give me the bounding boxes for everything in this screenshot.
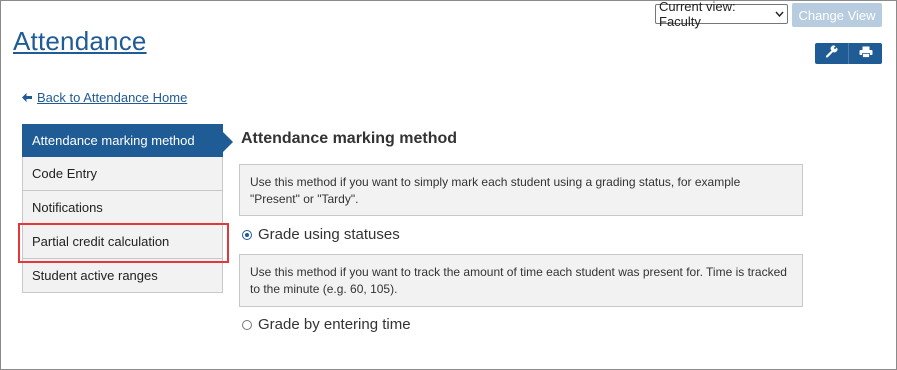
back-link[interactable]: Back to Attendance Home [22, 90, 187, 105]
sidebar-item-label: Notifications [32, 200, 103, 215]
highlight-box [18, 223, 229, 263]
time-description: Use this method if you want to track the… [239, 254, 803, 307]
current-view-value: Current view: Faculty [659, 0, 736, 29]
sidebar-item-code-entry[interactable]: Code Entry [22, 157, 223, 191]
sidebar-item-notifications[interactable]: Notifications [22, 191, 223, 225]
sidebar-item-label: Student active ranges [32, 268, 158, 283]
back-link-label: Back to Attendance Home [37, 90, 188, 105]
sidebar-item-student-active-ranges[interactable]: Student active ranges [22, 259, 223, 293]
settings-button[interactable] [815, 43, 848, 64]
arrow-left-icon [22, 93, 32, 102]
printer-icon [859, 45, 873, 63]
statuses-description: Use this method if you want to simply ma… [239, 164, 803, 216]
current-view-select[interactable]: Current view: Faculty [655, 0, 788, 29]
sidebar-item-attendance-marking-method[interactable]: Attendance marking method [22, 124, 233, 157]
change-view-button[interactable]: Change View [792, 3, 882, 27]
chevron-down-icon [775, 9, 784, 19]
sidebar-item-label: Attendance marking method [32, 133, 195, 148]
grade-using-statuses-radio[interactable] [242, 229, 252, 240]
grade-using-statuses-option[interactable]: Grade using statuses [242, 226, 400, 243]
grade-by-time-option[interactable]: Grade by entering time [242, 316, 411, 333]
toolbar [815, 43, 882, 64]
section-title: Attendance marking method [241, 130, 458, 147]
print-button[interactable] [848, 43, 882, 64]
grade-by-time-label: Grade by entering time [258, 316, 411, 333]
settings-sidebar: Attendance marking method Code Entry Not… [22, 124, 233, 293]
wrench-icon [825, 45, 838, 63]
grade-by-time-radio[interactable] [242, 319, 252, 330]
page-title[interactable]: Attendance [13, 26, 147, 57]
sidebar-item-label: Code Entry [32, 166, 98, 181]
grade-using-statuses-label: Grade using statuses [258, 226, 400, 243]
